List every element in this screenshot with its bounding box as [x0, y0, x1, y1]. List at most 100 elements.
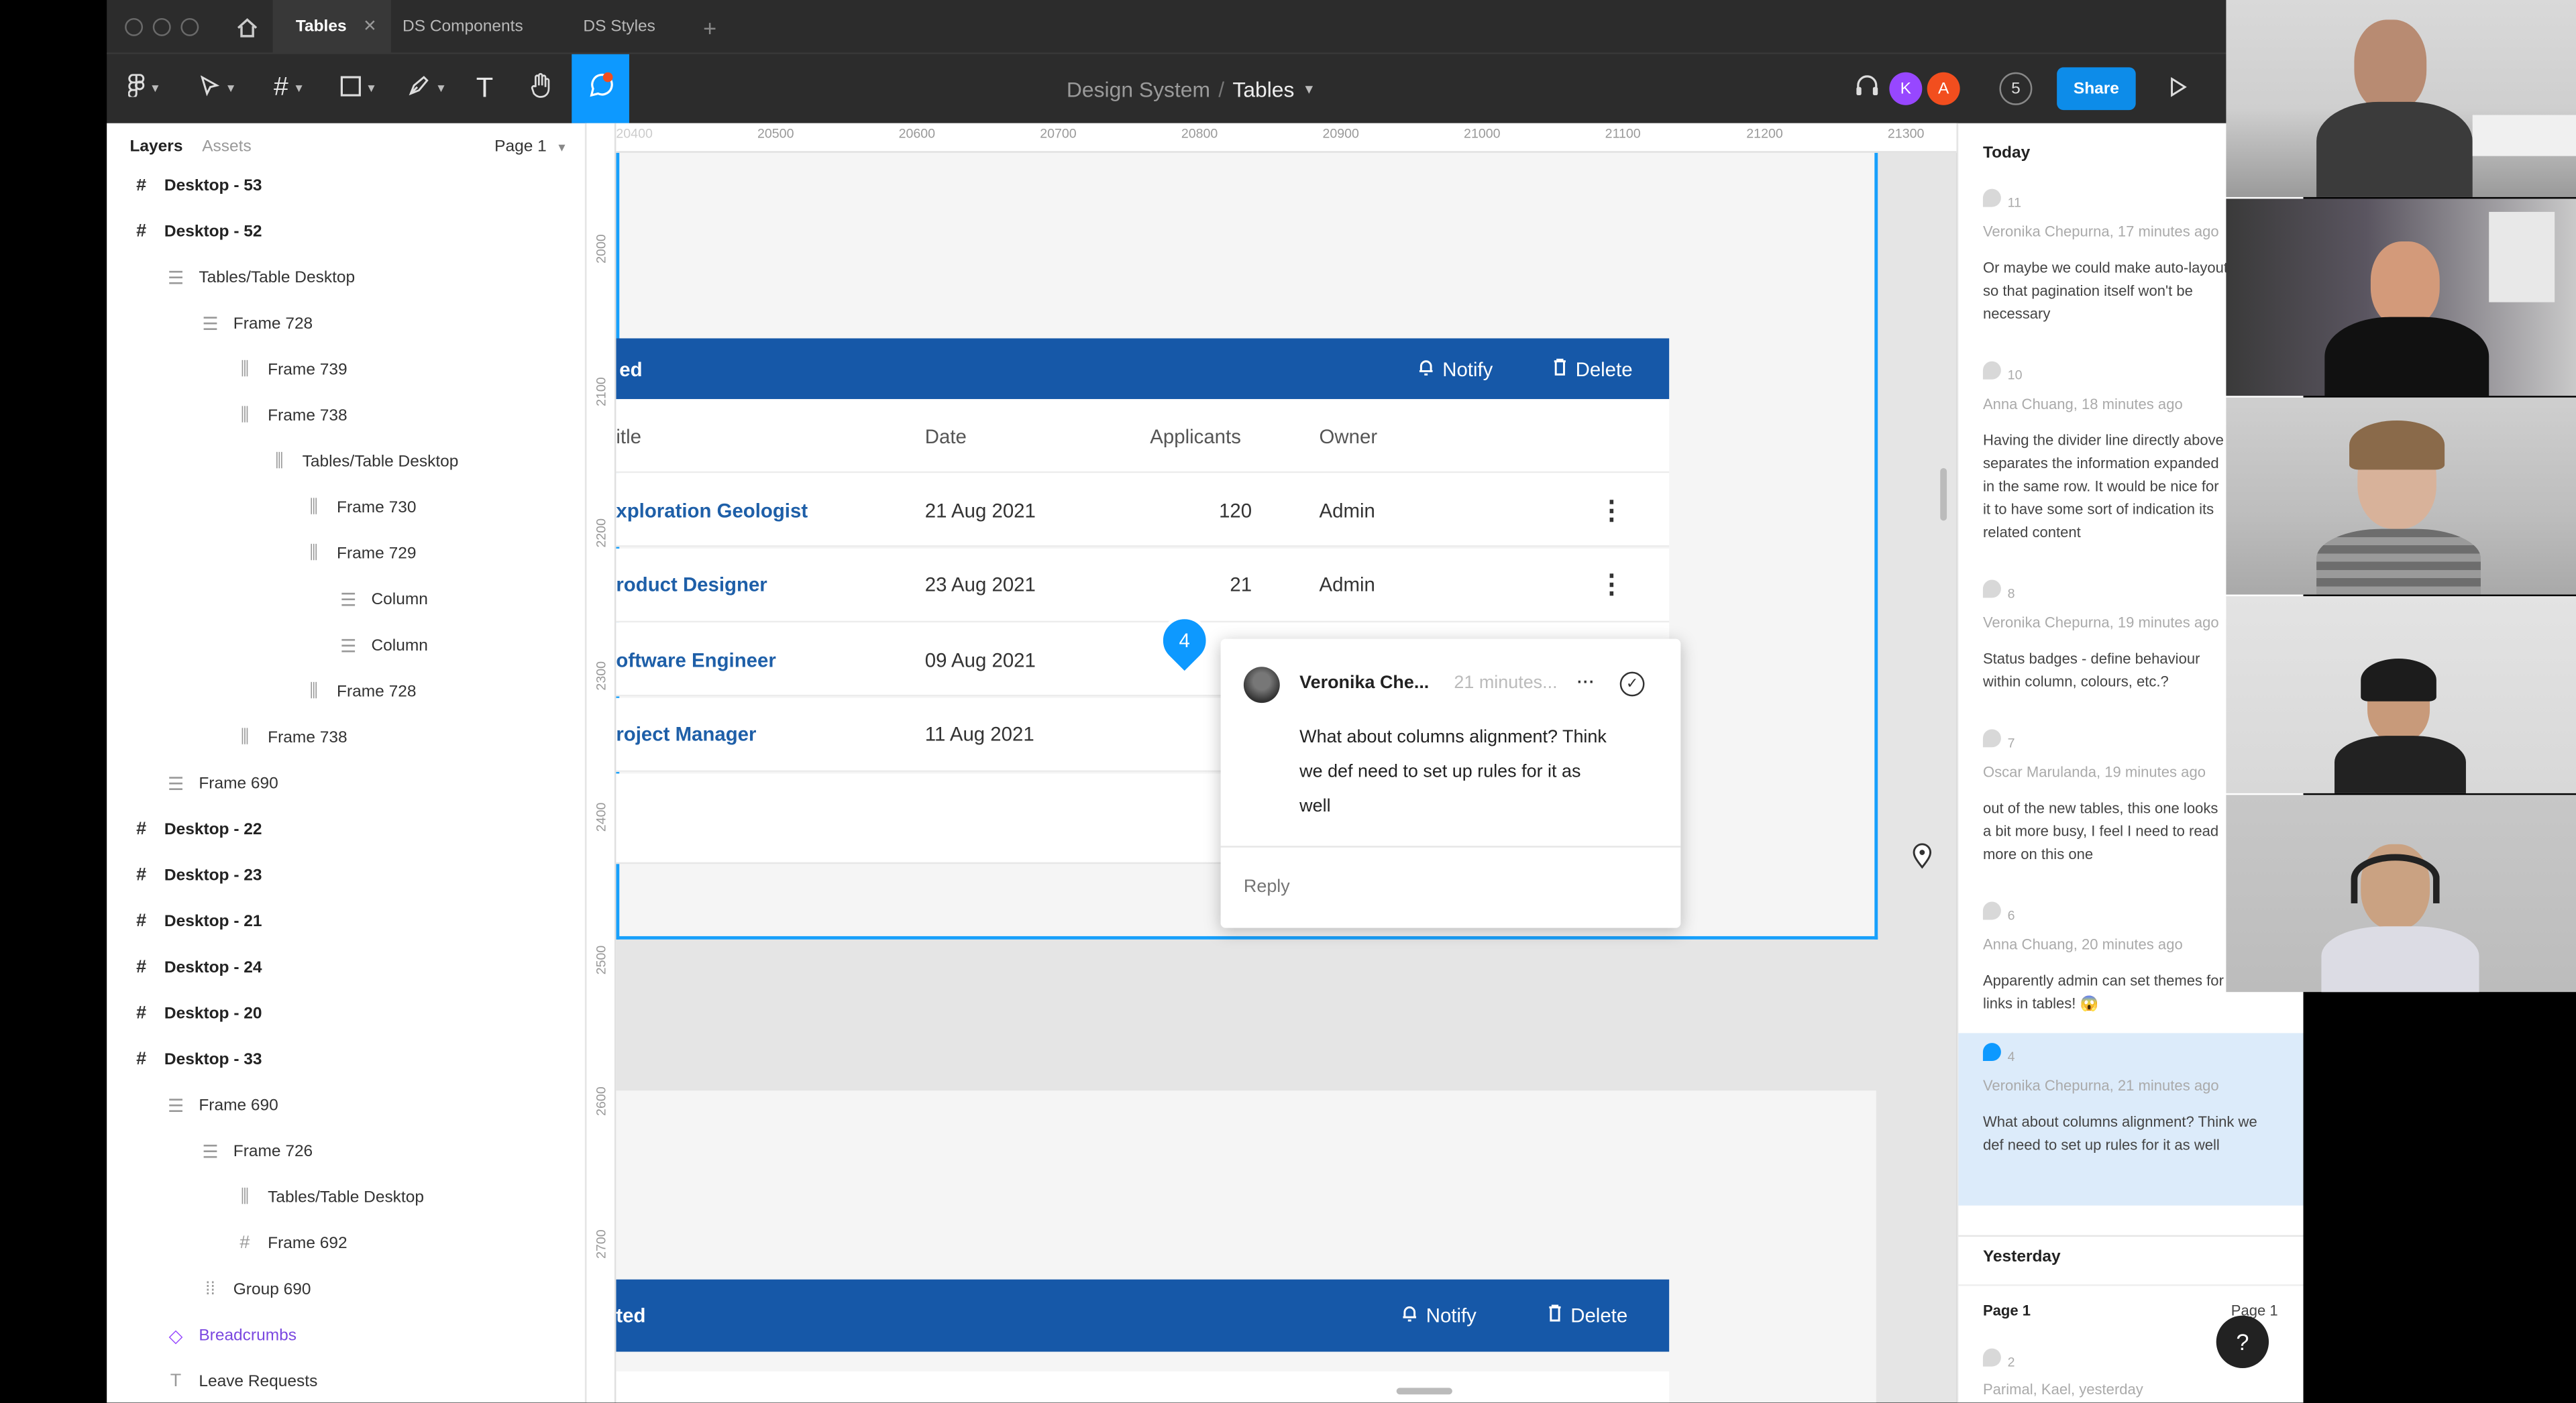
- text-tool[interactable]: T: [468, 54, 501, 123]
- main-menu-button[interactable]: ▼: [120, 54, 169, 123]
- layer-row[interactable]: ☰ Column: [107, 622, 428, 669]
- row-menu-icon[interactable]: ⋮: [1599, 473, 1625, 547]
- ruler-tick-label: 2100: [594, 376, 609, 406]
- column-header-title[interactable]: itle: [616, 399, 641, 473]
- job-title-link[interactable]: oftware Engineer: [616, 622, 775, 696]
- comment-bubble-icon: [1982, 188, 2001, 207]
- pen-tool[interactable]: ▼: [401, 54, 453, 123]
- present-button[interactable]: [2165, 54, 2192, 123]
- move-tool[interactable]: ▼: [193, 54, 245, 123]
- layer-row[interactable]: # Desktop - 23: [107, 852, 262, 899]
- hand-tool[interactable]: [523, 54, 559, 123]
- selected-count-label: ted: [616, 1304, 646, 1327]
- table-row[interactable]: xploration Geologist 21 Aug 2021 120 Admin ⋮: [616, 473, 1670, 547]
- comment-body: What about columns alignment? Think we d…: [1299, 727, 1607, 817]
- layer-row[interactable]: ⫼ Frame 738: [107, 714, 347, 761]
- help-button[interactable]: ?: [2216, 1315, 2269, 1369]
- comment-bubble-icon: [1982, 579, 2001, 598]
- columns-icon: ⫼: [309, 543, 318, 563]
- layer-row[interactable]: # Desktop - 52: [107, 209, 262, 255]
- layer-row[interactable]: ⫼ Frame 730: [107, 484, 417, 530]
- avatar-k[interactable]: K: [1889, 72, 1923, 105]
- shape-tool[interactable]: ▼: [332, 54, 384, 123]
- desktop-frame-lower[interactable]: [616, 1090, 1876, 1403]
- layer-row[interactable]: ☰ Frame 690: [107, 1082, 278, 1129]
- delete-button[interactable]: Delete: [1548, 1304, 1627, 1327]
- audio-button[interactable]: [1851, 54, 1881, 123]
- new-tab-icon[interactable]: +: [703, 0, 716, 54]
- canvas-scrollbar-vertical[interactable]: [1940, 467, 1947, 521]
- layer-row[interactable]: # Desktop - 53: [107, 179, 262, 209]
- more-options-icon[interactable]: ···: [1576, 667, 1595, 693]
- layer-row[interactable]: ⫼ Frame 739: [107, 347, 347, 393]
- location-pin-icon[interactable]: [1911, 842, 1933, 869]
- column-header-applicants[interactable]: Applicants: [1150, 399, 1241, 473]
- layer-row[interactable]: ☰ Frame 690: [107, 761, 278, 807]
- layer-row[interactable]: ⫼ Frame 738: [107, 392, 347, 439]
- resolve-check-icon[interactable]: ✓: [1619, 671, 1645, 697]
- layer-row[interactable]: ◇ Breadcrumbs: [107, 1312, 297, 1359]
- layer-label: Tables/Table Desktop: [268, 1188, 424, 1206]
- delete-button[interactable]: Delete: [1552, 357, 1633, 380]
- canvas-scrollbar-horizontal[interactable]: [1396, 1388, 1452, 1395]
- layer-row[interactable]: # Desktop - 22: [107, 806, 262, 852]
- avatar-a[interactable]: A: [1927, 72, 1960, 105]
- layer-tree: # Desktop - 53 # Desktop - 52 ☰ Tables/Table …: [107, 179, 586, 1403]
- layer-row[interactable]: ☰ Frame 728: [107, 300, 313, 347]
- comment-tool[interactable]: [572, 54, 629, 123]
- owner-cell: Admin: [1319, 573, 1375, 596]
- home-icon[interactable]: [230, 0, 263, 54]
- layer-row[interactable]: ☰ Frame 726: [107, 1128, 313, 1174]
- layer-row[interactable]: T Leave Requests: [107, 1358, 318, 1402]
- layers-tab[interactable]: Layers: [129, 138, 182, 156]
- layer-row[interactable]: # Desktop - 20: [107, 991, 262, 1037]
- tab-close-icon[interactable]: ✕: [363, 18, 377, 36]
- columns-icon: ⫼: [240, 359, 250, 379]
- layer-row[interactable]: # Frame 692: [107, 1221, 347, 1267]
- thread-meta: Anna Chuang, 18 minutes ago: [1982, 396, 2183, 412]
- columns-icon: ⫼: [275, 451, 284, 471]
- layer-row[interactable]: # Desktop - 33: [107, 1036, 262, 1082]
- layer-row[interactable]: ⫼ Frame 729: [107, 530, 417, 577]
- column-header-owner[interactable]: Owner: [1320, 399, 1378, 473]
- tab-ds-styles[interactable]: DS Styles: [583, 0, 655, 54]
- date-cell: 11 Aug 2021: [924, 722, 1034, 746]
- column-header-date[interactable]: Date: [925, 399, 967, 473]
- tab-ds-components[interactable]: DS Components: [402, 0, 523, 54]
- layer-row[interactable]: ⫼ Frame 728: [107, 669, 417, 715]
- layer-label: Desktop - 24: [164, 958, 262, 976]
- bell-icon: [1417, 357, 1434, 380]
- page-selector[interactable]: Page 1 ▼: [494, 138, 568, 156]
- window-zoom-icon[interactable]: [180, 17, 199, 36]
- row-menu-icon[interactable]: ⋮: [1599, 548, 1625, 622]
- notify-button[interactable]: Notify: [1417, 357, 1493, 380]
- window-close-icon[interactable]: [125, 17, 144, 36]
- table-row[interactable]: roduct Designer 23 Aug 2021 21 Admin ⋮: [616, 547, 1670, 622]
- assets-tab[interactable]: Assets: [202, 138, 252, 156]
- layer-row[interactable]: ⫼ Tables/Table Desktop: [107, 1174, 424, 1221]
- layer-row[interactable]: ☰ Tables/Table Desktop: [107, 255, 355, 301]
- avatar-count-badge[interactable]: 5: [1999, 72, 2033, 105]
- job-title-link[interactable]: xploration Geologist: [616, 473, 808, 547]
- ruler-horizontal: 20400 20500 20600 20700 20800 20900 21000 21100…: [616, 123, 1957, 153]
- tab-tables[interactable]: Tables ✕: [272, 0, 391, 54]
- notify-button[interactable]: Notify: [1401, 1304, 1477, 1327]
- file-breadcrumb[interactable]: Design System / Tables ▼: [1060, 54, 1323, 123]
- layer-row[interactable]: # Desktop - 24: [107, 944, 262, 991]
- thread-number: 11: [2007, 195, 2022, 211]
- reply-input[interactable]: [1243, 872, 1655, 902]
- layer-row[interactable]: ⁞⁞ Group 690: [107, 1266, 311, 1312]
- share-button[interactable]: Share: [2057, 67, 2136, 111]
- ruler-tick-label: 2000: [594, 234, 609, 264]
- ruler-tick-label: 21100: [1605, 126, 1641, 142]
- layer-row[interactable]: ⫼ Tables/Table Desktop: [107, 439, 458, 485]
- layer-row[interactable]: ☰ Column: [107, 577, 428, 623]
- rows-icon: ☰: [167, 774, 184, 795]
- frame-tool[interactable]: # ▼: [263, 54, 315, 123]
- layer-label: Desktop - 21: [164, 912, 262, 931]
- job-title-link[interactable]: roject Manager: [616, 697, 756, 771]
- job-title-link[interactable]: roduct Designer: [616, 548, 767, 622]
- window-minimize-icon[interactable]: [152, 17, 171, 36]
- layer-label: Desktop - 22: [164, 820, 262, 839]
- layer-row[interactable]: # Desktop - 21: [107, 899, 262, 945]
